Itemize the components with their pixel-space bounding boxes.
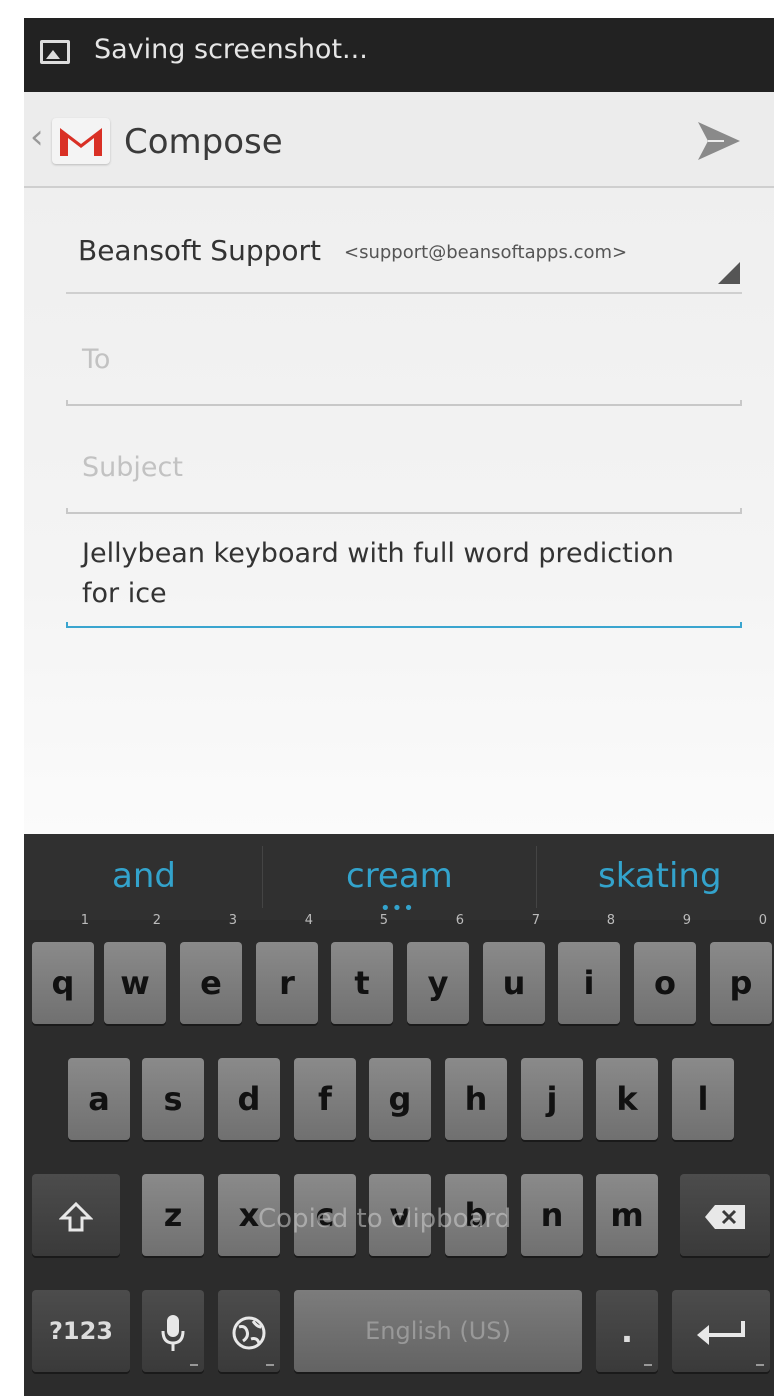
key-hint: 2 — [152, 913, 161, 928]
period-key[interactable]: . — [596, 1290, 658, 1372]
key-hint: 4 — [304, 913, 313, 928]
key-p[interactable]: p0 — [710, 914, 772, 1024]
key-m[interactable]: m — [596, 1174, 658, 1256]
key-hint: 6 — [455, 913, 464, 928]
gmail-icon[interactable] — [52, 118, 110, 164]
suggestion-1[interactable]: and — [112, 856, 176, 896]
voice-input-key[interactable] — [142, 1290, 204, 1372]
key-i[interactable]: i8 — [558, 914, 620, 1024]
to-underline — [66, 400, 742, 406]
suggestion-3[interactable]: skating — [598, 856, 722, 896]
key-h[interactable]: h — [445, 1058, 507, 1140]
microphone-icon — [161, 1315, 185, 1351]
key-hint: 0 — [758, 913, 767, 928]
body-text: Jellybean keyboard with full word predic… — [82, 538, 674, 609]
subject-field[interactable]: Subject — [66, 410, 742, 514]
from-email: <support@beansoftapps.com> — [344, 242, 628, 263]
action-bar: ‹ Compose — [24, 92, 774, 188]
to-field[interactable]: To — [66, 304, 742, 406]
key-hint: 7 — [531, 913, 540, 928]
key-hint: 5 — [379, 913, 388, 928]
key-label: e — [200, 964, 222, 1002]
from-name: Beansoft Support — [78, 234, 321, 267]
key-j[interactable]: j — [521, 1058, 583, 1140]
key-label: q — [51, 964, 75, 1002]
shift-key[interactable] — [32, 1174, 120, 1256]
to-placeholder: To — [82, 344, 111, 375]
globe-icon — [232, 1316, 266, 1350]
key-hint: 1 — [80, 913, 89, 928]
key-f[interactable]: f — [294, 1058, 356, 1140]
key-e[interactable]: e3 — [180, 914, 242, 1024]
send-icon[interactable] — [694, 118, 744, 164]
key-x[interactable]: x — [218, 1174, 280, 1256]
key-hint: 9 — [682, 913, 691, 928]
key-label: i — [583, 964, 595, 1002]
key-r[interactable]: r4 — [256, 914, 318, 1024]
language-key[interactable] — [218, 1290, 280, 1372]
key-label: w — [120, 964, 150, 1002]
enter-icon — [697, 1321, 745, 1345]
key-y[interactable]: y6 — [407, 914, 469, 1024]
key-t[interactable]: t5 — [331, 914, 393, 1024]
spacebar[interactable]: English (US) — [294, 1290, 582, 1372]
key-c[interactable]: c — [294, 1174, 356, 1256]
image-icon — [40, 40, 70, 64]
key-o[interactable]: o9 — [634, 914, 696, 1024]
symbols-key[interactable]: ?123 — [32, 1290, 130, 1372]
suggestion-strip: and cream ••• skating — [24, 834, 774, 920]
key-l[interactable]: l — [672, 1058, 734, 1140]
key-s[interactable]: s — [142, 1058, 204, 1140]
key-hint: 3 — [228, 913, 237, 928]
backspace-icon — [705, 1205, 745, 1229]
key-q[interactable]: q1 — [32, 914, 94, 1024]
key-z[interactable]: z — [142, 1174, 204, 1256]
key-a[interactable]: a — [68, 1058, 130, 1140]
key-label: o — [654, 964, 676, 1002]
backspace-key[interactable] — [680, 1174, 770, 1256]
key-hint: 8 — [606, 913, 615, 928]
subject-placeholder: Subject — [82, 452, 183, 483]
soft-keyboard: and cream ••• skating q1 w2 e3 r4 t5 y6 … — [24, 834, 774, 1396]
key-corner-mark — [644, 1364, 652, 1366]
dropdown-triangle-icon — [718, 262, 740, 284]
key-d[interactable]: d — [218, 1058, 280, 1140]
suggestion-2[interactable]: cream — [346, 856, 453, 896]
period-label: . — [620, 1312, 634, 1350]
key-corner-mark — [266, 1364, 274, 1366]
key-label: t — [354, 964, 370, 1002]
phone-screen: Saving screenshot... ‹ Compose Beansoft … — [24, 18, 774, 1396]
key-b[interactable]: b — [445, 1174, 507, 1256]
status-notification-text: Saving screenshot... — [94, 34, 368, 65]
body-underline — [66, 622, 742, 628]
shift-icon — [58, 1201, 94, 1232]
key-label: y — [427, 964, 449, 1002]
subject-underline — [66, 508, 742, 514]
enter-key[interactable] — [672, 1290, 770, 1372]
key-u[interactable]: u7 — [483, 914, 545, 1024]
body-field[interactable]: Jellybean keyboard with full word predic… — [66, 520, 742, 628]
chevron-left-icon[interactable]: ‹ — [30, 120, 44, 154]
key-v[interactable]: v — [369, 1174, 431, 1256]
key-label: p — [729, 964, 753, 1002]
status-bar: Saving screenshot... — [24, 18, 774, 92]
page-title: Compose — [124, 122, 283, 162]
key-label: r — [279, 964, 295, 1002]
key-n[interactable]: n — [521, 1174, 583, 1256]
key-k[interactable]: k — [596, 1058, 658, 1140]
key-corner-mark — [190, 1364, 198, 1366]
key-g[interactable]: g — [369, 1058, 431, 1140]
key-corner-mark — [756, 1364, 764, 1366]
suggestion-divider — [262, 846, 263, 908]
suggestion-divider — [536, 846, 537, 908]
compose-form: Beansoft Support <support@beansoftapps.c… — [24, 188, 774, 834]
key-w[interactable]: w2 — [104, 914, 166, 1024]
key-label: u — [502, 964, 526, 1002]
from-account-selector[interactable]: Beansoft Support <support@beansoftapps.c… — [66, 188, 742, 294]
